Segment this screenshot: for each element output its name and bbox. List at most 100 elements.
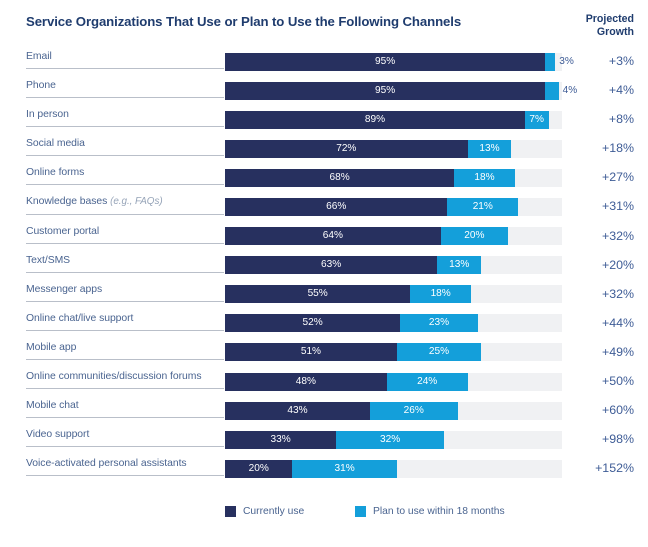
channel-label: Online chat/live support [26,313,133,324]
projected-growth-value: +8% [608,112,634,127]
bar-value-plan-to-use: 21% [472,200,493,212]
projected-growth-value: +27% [601,170,634,185]
channel-label: Social media [26,138,85,149]
legend-item-plan-to-use: Plan to use within 18 months [355,503,505,519]
bar-track: 95% 4% [225,81,577,100]
bar-segment-currently-use: 72% [225,139,468,158]
projected-growth-header-line2: Growth [596,26,634,38]
bar-segment-currently-use: 48% [225,372,387,391]
bar-value-currently-use: 64% [322,230,343,242]
bar-segment-currently-use: 63% [225,256,438,275]
projected-growth-value: +50% [601,374,634,389]
bar-value-plan-to-use: 24% [417,375,438,387]
row-divider [26,475,224,477]
projected-growth-header-line1: Projected [585,13,634,25]
bar-track: 66% 21% [225,197,562,216]
bar-track: 68% 18% [225,168,562,187]
channel-label-main: Video support [26,429,90,441]
bar-value-currently-use: 63% [321,259,342,271]
channel-label-main: Email [26,51,52,62]
channel-label: Text/SMS [26,255,70,266]
bar-value-currently-use: 48% [295,375,316,387]
bar-segment-currently-use: 95% [225,52,546,71]
table-row: In person 89% 7% +8% [0,105,648,134]
bar-segment-plan-to-use: 23% [400,314,478,333]
channel-label-main: Online forms [26,167,85,179]
bar-track: 95% 3% [225,52,574,71]
table-row: Voice-activated personal assistants 20% 31… [0,454,648,483]
table-row: Online forms 68% 18% +27% [0,163,648,192]
bar-segment-currently-use: 64% [225,227,441,246]
channel-label-main: Voice-activated personal assistants [26,458,187,470]
bar-value-currently-use: 95% [374,84,396,96]
channel-label-cell: Mobile app [26,338,224,367]
table-row: Video support 33% 32% +98% [0,425,648,454]
bar-value-currently-use: 68% [329,171,350,183]
projected-growth-value: +32% [601,286,634,301]
row-divider [26,184,224,186]
row-divider [26,300,224,302]
projected-growth-value: +4% [608,83,634,98]
row-divider [26,213,224,215]
channel-label-cell: Voice-activated personal assistants [26,454,224,483]
bar-segment-currently-use: 52% [225,314,401,333]
projected-growth-value: +3% [608,54,634,68]
row-divider [26,68,224,70]
bar-track: 89% 7% [225,110,562,129]
channel-label-main: Online chat/live support [26,312,134,324]
row-divider [26,446,224,448]
bar-value-currently-use: 51% [300,346,322,358]
channel-label-main: Knowledge bases [26,196,111,208]
chart-header: Service Organizations That Use or Plan t… [0,0,648,42]
bar-segment-plan-to-use: 18% [454,168,515,187]
bar-segment-currently-use: 66% [225,197,448,216]
channel-label-main: Text/SMS [26,254,71,266]
row-divider [26,271,224,273]
channel-label-cell: Mobile chat [26,396,224,425]
bar-segment-plan-to-use: 18% [410,285,471,304]
bar-segment-plan-to-use: 26% [369,401,458,420]
table-row: Messenger apps 55% 18% +32% [0,280,648,309]
table-row: Customer portal 64% 20% +32% [0,222,648,251]
legend-swatch-icon-plan-to-use [355,505,366,517]
legend-label-currently-use: Currently use [243,505,305,517]
channel-label: Customer portal [26,226,99,237]
bar-value-currently-use: 20% [248,462,269,474]
bar-track: 63% 13% [225,256,562,275]
projected-growth-value: +32% [601,228,634,243]
channel-label-cell: In person [26,105,224,134]
bar-value-plan-to-use: 31% [334,462,355,474]
bar-value-currently-use: 43% [287,404,308,416]
bar-segment-plan-to-use: 32% [336,430,445,449]
bar-track: 64% 20% [225,227,562,246]
bar-value-currently-use: 33% [270,433,291,445]
bar-segment-plan-to-use: 7% [524,110,549,129]
table-row: Online communities/discussion forums 48% 2… [0,367,648,396]
bar-value-currently-use: 66% [326,200,347,212]
bar-value-plan-to-use: 7% [529,113,544,125]
bar-track: 55% 18% [225,285,562,304]
bar-value-plan-to-use: 26% [403,404,424,416]
channel-label-main: Phone [26,80,56,92]
bar-segment-plan-to-use: 31% [292,459,397,478]
bar-segment-plan-to-use: 13% [437,256,482,275]
chart-container: Service Organizations That Use or Plan t… [0,0,648,547]
channel-label: Online communities/discussion forums [26,371,202,382]
bar-segment-plan-to-use: 25% [396,343,482,362]
row-divider [26,126,224,128]
legend-label-plan-to-use: Plan to use within 18 months [373,505,505,517]
channel-label-cell: Video support [26,425,224,454]
channel-label: Email [26,51,52,62]
row-divider [26,388,224,390]
channel-label-cell: Text/SMS [26,251,224,280]
table-row: Mobile app 51% 25% +49% [0,338,648,367]
bar-value-plan-to-use: 25% [428,346,450,358]
channel-label-main: Customer portal [26,225,100,237]
projected-growth-value: +152% [595,461,634,476]
channel-label-cell: Online chat/live support [26,309,224,338]
channel-label-cell: Online communities/discussion forums [26,367,224,396]
channel-label: Mobile app [26,342,76,353]
channel-label: Knowledge bases (e.g., FAQs) [26,196,163,207]
bar-segment-plan-to-use: 24% [386,372,468,391]
projected-growth-value: +20% [601,257,634,272]
